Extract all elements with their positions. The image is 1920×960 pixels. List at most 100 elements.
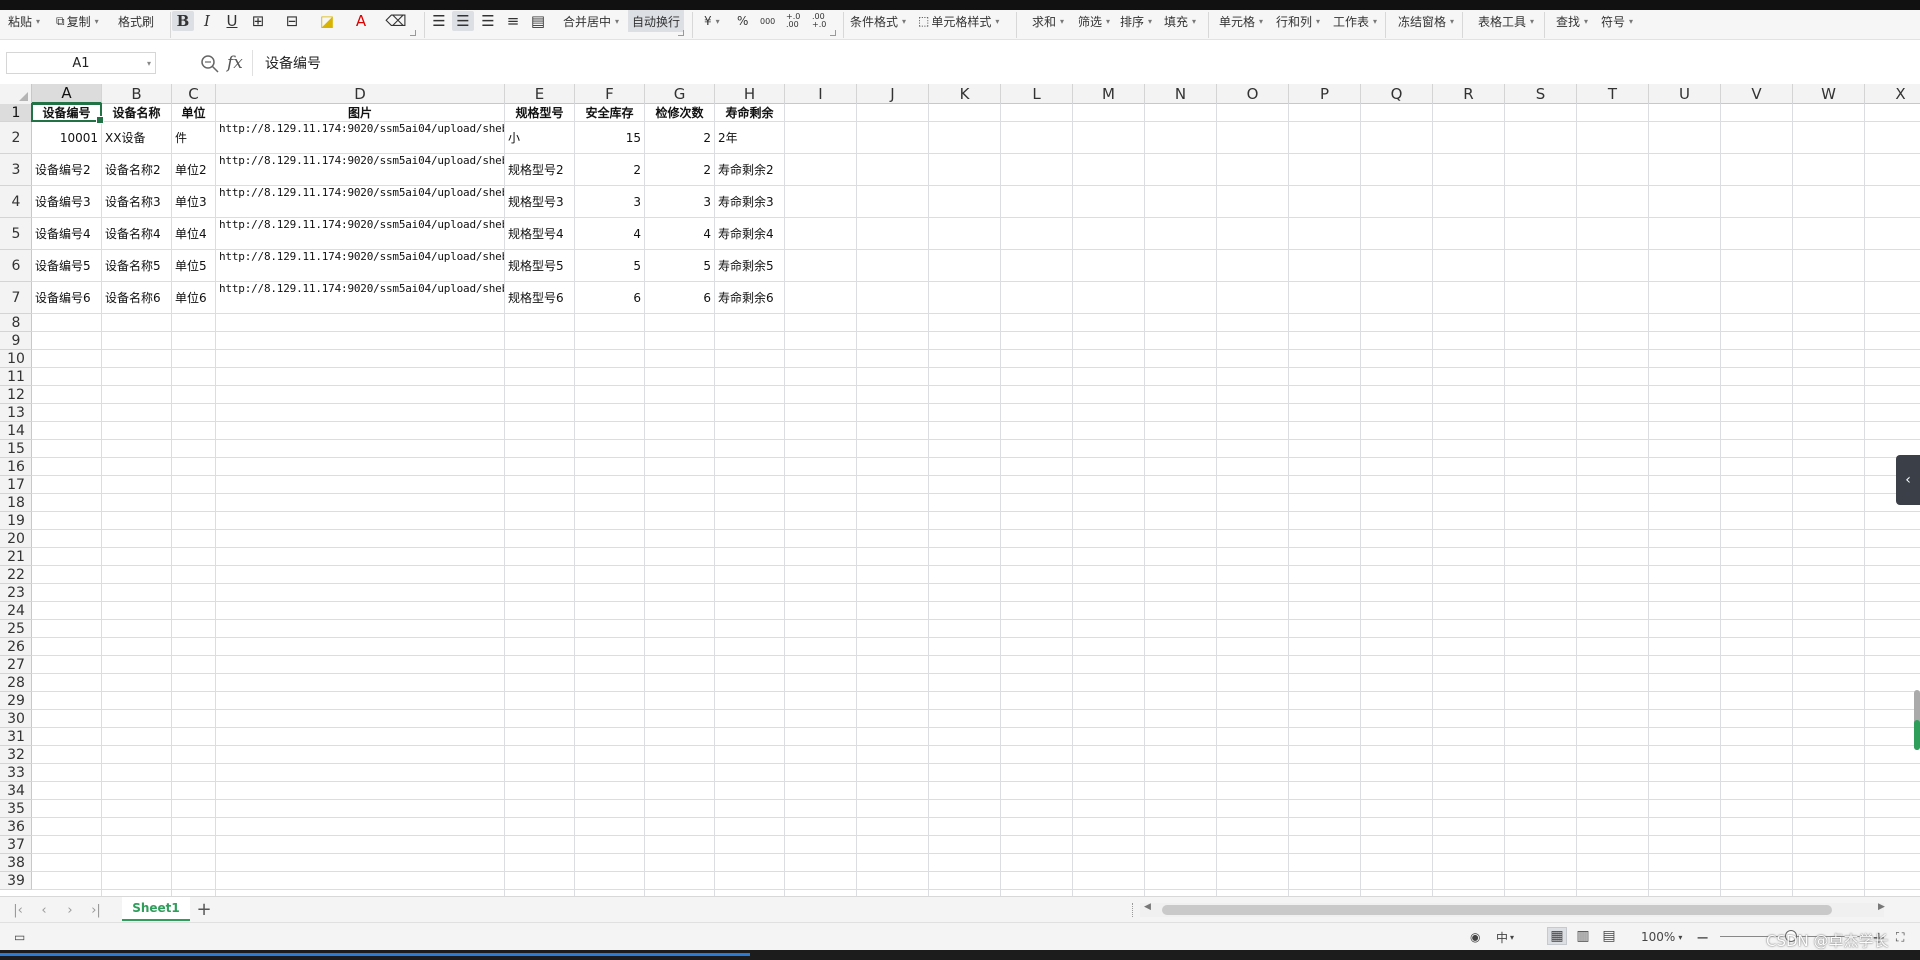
row-header[interactable]: 20 xyxy=(0,530,32,548)
header-cell[interactable]: 设备编号 xyxy=(32,104,101,121)
column-header[interactable]: E xyxy=(505,84,575,104)
table-cell[interactable]: http://8.129.11.174:9020/ssm5ai04/upload… xyxy=(216,282,504,313)
copy-button[interactable]: ⧉ 复制 ▾ xyxy=(56,10,99,32)
fx-button[interactable]: fx xyxy=(227,53,243,73)
worksheet-button[interactable]: 工作表 ▾ xyxy=(1333,10,1377,32)
cell-button[interactable]: 单元格 ▾ xyxy=(1219,10,1263,32)
table-cell[interactable]: 寿命剩余3 xyxy=(715,186,784,217)
select-all-corner[interactable] xyxy=(0,84,32,104)
row-header[interactable]: 10 xyxy=(0,350,32,368)
column-header[interactable]: A xyxy=(32,84,102,104)
table-cell[interactable]: 单位6 xyxy=(172,282,215,313)
table-cell[interactable]: http://8.129.11.174:9020/ssm5ai04/upload… xyxy=(216,186,504,217)
column-header[interactable]: V xyxy=(1721,84,1793,104)
column-header[interactable]: C xyxy=(172,84,216,104)
row-header[interactable]: 5 xyxy=(0,218,32,250)
table-cell[interactable]: 设备编号6 xyxy=(32,282,101,313)
number-group-launcher[interactable] xyxy=(830,30,836,36)
table-cell[interactable]: 设备名称4 xyxy=(102,218,171,249)
table-cell[interactable]: 设备名称5 xyxy=(102,250,171,281)
row-header[interactable]: 7 xyxy=(0,282,32,314)
symbol-button[interactable]: 符号 ▾ xyxy=(1601,10,1633,32)
row-header[interactable]: 35 xyxy=(0,800,32,818)
table-cell[interactable]: 6 xyxy=(575,282,644,313)
row-header[interactable]: 30 xyxy=(0,710,32,728)
column-header[interactable]: P xyxy=(1289,84,1361,104)
page-layout-view-icon[interactable]: ▥ xyxy=(1573,927,1593,945)
table-cell[interactable]: 单位5 xyxy=(172,250,215,281)
row-header[interactable]: 38 xyxy=(0,854,32,872)
row-header[interactable]: 25 xyxy=(0,620,32,638)
header-cell[interactable]: 安全库存 xyxy=(575,104,644,121)
row-header[interactable]: 14 xyxy=(0,422,32,440)
row-header[interactable]: 8 xyxy=(0,314,32,332)
column-header[interactable]: Q xyxy=(1361,84,1433,104)
decrease-decimal-button[interactable]: .00 +.0 xyxy=(812,10,832,32)
row-header[interactable]: 18 xyxy=(0,494,32,512)
column-header[interactable]: L xyxy=(1001,84,1073,104)
row-header[interactable]: 22 xyxy=(0,566,32,584)
header-cell[interactable]: 设备名称 xyxy=(102,104,171,121)
conditional-format-button[interactable]: 条件格式 ▾ xyxy=(850,10,906,32)
align-center-icon[interactable]: ☰ xyxy=(452,11,474,31)
fill-button[interactable]: 填充 ▾ xyxy=(1164,10,1196,32)
borders-icon[interactable]: ⊞ xyxy=(247,11,269,31)
row-header[interactable]: 27 xyxy=(0,656,32,674)
macro-record-icon[interactable]: ▭ xyxy=(14,927,25,947)
row-header[interactable]: 36 xyxy=(0,818,32,836)
indent-icon[interactable]: ▤ xyxy=(527,11,549,31)
table-cell[interactable]: 2年 xyxy=(715,122,784,153)
align-group-launcher[interactable] xyxy=(678,30,684,36)
header-cell[interactable]: 规格型号 xyxy=(505,104,574,121)
row-header[interactable]: 19 xyxy=(0,512,32,530)
table-cell[interactable]: 10001 xyxy=(32,122,101,153)
column-header[interactable]: J xyxy=(857,84,929,104)
page-break-view-icon[interactable]: ▤ xyxy=(1599,927,1619,945)
paste-button[interactable]: 粘贴 ▾ xyxy=(8,10,40,32)
table-cell[interactable]: http://8.129.11.174:9020/ssm5ai04/upload… xyxy=(216,218,504,249)
column-header[interactable]: B xyxy=(102,84,172,104)
horizontal-scroll-thumb[interactable] xyxy=(1162,905,1832,915)
row-header[interactable]: 16 xyxy=(0,458,32,476)
formula-input[interactable]: 设备编号 xyxy=(252,50,1917,76)
table-cell[interactable]: 2 xyxy=(645,122,714,153)
cell-area[interactable]: 设备编号 设备名称 单位 图片 规格型号 安全库存 检修次数 寿命剩余 10001 XX设备件 ht… xyxy=(31,103,1920,896)
row-header[interactable]: 15 xyxy=(0,440,32,458)
italic-button[interactable]: I xyxy=(196,11,218,31)
table-cell[interactable]: 5 xyxy=(575,250,644,281)
table-cell[interactable]: XX设备 xyxy=(102,122,171,153)
sum-button[interactable]: 求和 ▾ xyxy=(1032,10,1064,32)
row-header[interactable]: 28 xyxy=(0,674,32,692)
name-box[interactable]: A1 ▾ xyxy=(6,52,156,74)
align-left-icon[interactable]: ☰ xyxy=(428,11,450,31)
row-header[interactable]: 17 xyxy=(0,476,32,494)
currency-button[interactable]: ¥ ▾ xyxy=(704,10,720,32)
table-cell[interactable]: 规格型号2 xyxy=(505,154,574,185)
header-cell[interactable]: 寿命剩余 xyxy=(715,104,784,121)
column-header[interactable]: G xyxy=(645,84,715,104)
filter-button[interactable]: 筛选 ▾ xyxy=(1078,10,1110,32)
row-header[interactable]: 11 xyxy=(0,368,32,386)
eye-protection-icon[interactable]: ◉ xyxy=(1470,927,1480,947)
find-button[interactable]: 查找 ▾ xyxy=(1556,10,1588,32)
column-header[interactable]: X xyxy=(1865,84,1920,104)
table-cell[interactable]: 寿命剩余2 xyxy=(715,154,784,185)
column-header[interactable]: R xyxy=(1433,84,1505,104)
column-header[interactable]: S xyxy=(1505,84,1577,104)
row-header[interactable]: 34 xyxy=(0,782,32,800)
table-cell[interactable]: 设备编号3 xyxy=(32,186,101,217)
format-painter-button[interactable]: 格式刷 xyxy=(118,10,154,32)
spreadsheet-grid[interactable]: ABCDEFGHIJKLMNOPQRSTUVWX 1 2 3 4 5 6 7 8 9 10 11 12… xyxy=(0,84,1920,896)
zoom-out-icon[interactable]: − xyxy=(1696,927,1709,947)
last-sheet-icon[interactable]: ›| xyxy=(86,901,106,919)
table-cell[interactable]: 6 xyxy=(645,282,714,313)
table-tools-button[interactable]: 表格工具 ▾ xyxy=(1478,10,1534,32)
fullscreen-icon[interactable]: ⛶ xyxy=(1896,927,1904,947)
align-right-icon[interactable]: ☰ xyxy=(477,11,499,31)
row-header[interactable]: 12 xyxy=(0,386,32,404)
table-cell[interactable]: 单位2 xyxy=(172,154,215,185)
table-cell[interactable]: 单位3 xyxy=(172,186,215,217)
table-cell[interactable]: http://8.129.11.174:9020/ssm5ai04/upload… xyxy=(216,250,504,281)
row-header[interactable]: 26 xyxy=(0,638,32,656)
table-cell[interactable]: http://8.129.11.174:9020/ssm5ai04/upload… xyxy=(216,122,504,153)
